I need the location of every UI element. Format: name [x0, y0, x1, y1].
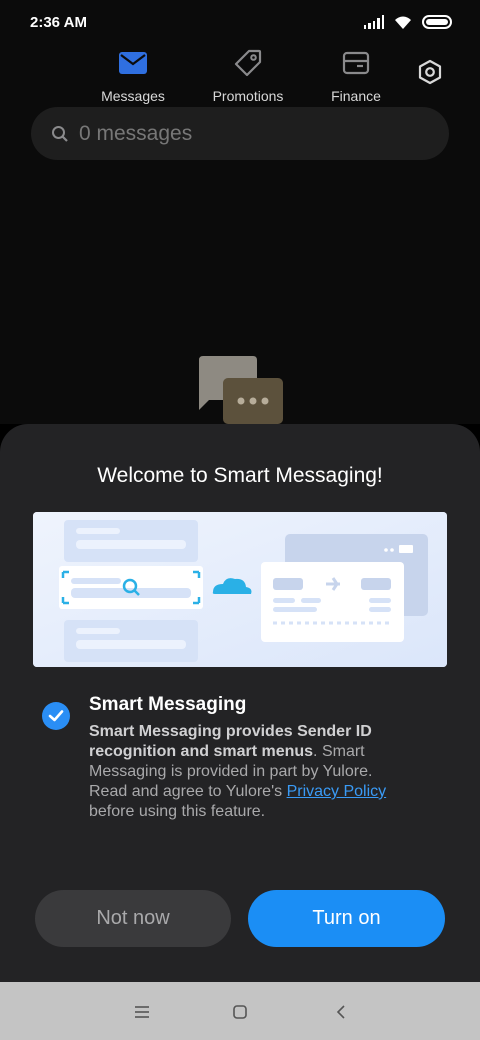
- search-icon: [52, 125, 68, 142]
- option-description: Smart Messaging provides Sender ID recog…: [89, 722, 409, 822]
- tab-messages[interactable]: Messages: [78, 48, 188, 106]
- dialog-title: Welcome to Smart Messaging!: [97, 464, 383, 487]
- tab-finance[interactable]: Finance: [301, 48, 411, 106]
- turn-on-button[interactable]: Turn on: [248, 890, 445, 947]
- empty-messages-illustration: [199, 356, 283, 424]
- checkbox-checked[interactable]: [42, 702, 70, 730]
- home-square-icon: [233, 1005, 247, 1019]
- description-text-end: before using this feature.: [89, 803, 266, 820]
- not-now-button[interactable]: Not now: [35, 890, 231, 947]
- smart-messaging-dialog: Welcome to Smart Messaging! Smart Messag…: [0, 424, 480, 982]
- battery-icon: [422, 15, 452, 29]
- status-bar: 2:36 AM: [0, 0, 480, 44]
- wifi-icon: [395, 16, 411, 29]
- search-bar[interactable]: [31, 107, 449, 160]
- smart-messaging-banner-illustration: [33, 512, 447, 667]
- tab-label: Promotions: [212, 88, 284, 104]
- search-input[interactable]: [79, 121, 399, 146]
- tab-promotions[interactable]: Promotions: [193, 48, 303, 106]
- tab-bar: Messages Promotions Finance: [0, 44, 480, 106]
- messages-app: Messages Promotions Finance: [0, 44, 480, 424]
- system-nav-bar: [0, 982, 480, 1040]
- tag-icon: [233, 48, 263, 78]
- privacy-policy-link[interactable]: Privacy Policy: [287, 783, 387, 800]
- wallet-icon: [341, 48, 371, 78]
- menu-button[interactable]: [131, 1001, 153, 1023]
- tab-label: Finance: [331, 88, 381, 104]
- back-chevron-icon: [336, 1005, 345, 1019]
- signal-icon: [363, 15, 384, 29]
- option-title: Smart Messaging: [89, 694, 247, 715]
- checkmark-icon: [48, 710, 64, 722]
- status-time: 2:36 AM: [30, 13, 87, 31]
- tab-label: Messages: [101, 88, 165, 104]
- home-button[interactable]: [229, 1001, 251, 1023]
- menu-icon: [135, 1006, 149, 1018]
- status-icons: [363, 14, 452, 30]
- settings-button[interactable]: [414, 56, 446, 88]
- back-button[interactable]: [330, 1001, 352, 1023]
- hexagon-settings-icon: [418, 59, 442, 85]
- envelope-icon: [118, 48, 148, 78]
